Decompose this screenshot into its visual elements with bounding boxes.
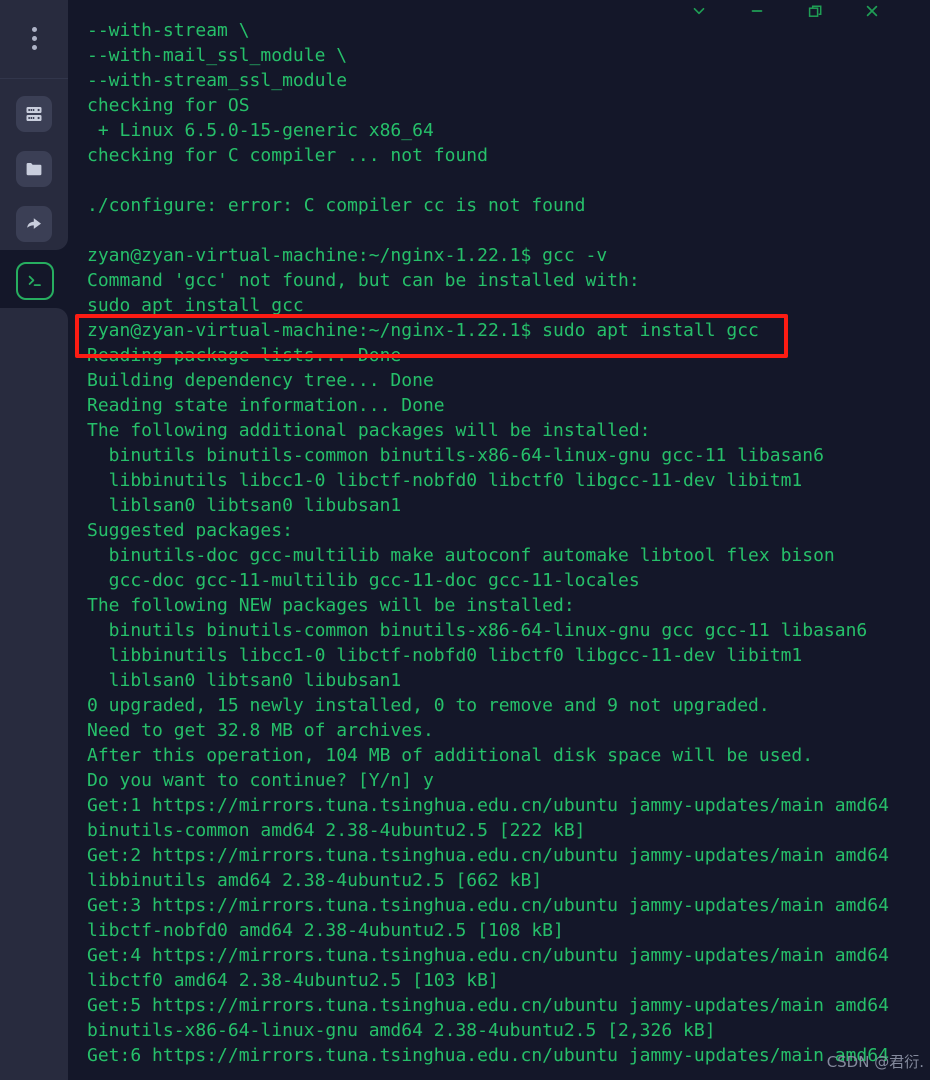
- terminal-line: 0 upgraded, 15 newly installed, 0 to rem…: [87, 695, 770, 716]
- terminal-line: The following NEW packages will be insta…: [87, 595, 575, 616]
- terminal-line: Reading state information... Done: [87, 395, 445, 416]
- terminal-line: gcc-doc gcc-11-multilib gcc-11-doc gcc-1…: [87, 570, 640, 591]
- terminal-line: Get:5 https://mirrors.tuna.tsinghua.edu.…: [87, 995, 889, 1016]
- terminal-output: --with-stream \ --with-mail_ssl_module \ -…: [87, 18, 930, 1068]
- terminal-line: Need to get 32.8 MB of archives.: [87, 720, 434, 741]
- terminal-line: The following additional packages will b…: [87, 420, 651, 441]
- terminal-line: binutils-doc gcc-multilib make autoconf …: [87, 545, 835, 566]
- sidebar-item-files[interactable]: [16, 151, 52, 187]
- terminal-line: checking for C compiler ... not found: [87, 145, 488, 166]
- close-button[interactable]: [859, 0, 885, 22]
- restore-window-icon: [807, 3, 824, 20]
- sidebar-panel-bottom: [0, 308, 68, 1080]
- kebab-menu-icon: [31, 26, 37, 50]
- terminal-line: binutils binutils-common binutils-x86-64…: [87, 620, 868, 641]
- terminal-line: --with-mail_ssl_module \: [87, 45, 348, 66]
- folder-icon: [24, 159, 44, 179]
- close-icon: [864, 3, 880, 19]
- terminal-line: Reading package lists... Done: [87, 345, 402, 366]
- terminal-line: Suggested packages:: [87, 520, 293, 541]
- terminal-line: Get:3 https://mirrors.tuna.tsinghua.edu.…: [87, 895, 889, 916]
- terminal-line: libctf-nobfd0 amd64 2.38-4ubuntu2.5 [108…: [87, 920, 564, 941]
- sidebar-divider: [0, 78, 68, 79]
- terminal-line: --with-stream_ssl_module: [87, 70, 348, 91]
- terminal-line: binutils binutils-common binutils-x86-64…: [87, 445, 824, 466]
- collapse-button[interactable]: [686, 0, 712, 22]
- sidebar: [0, 0, 68, 1080]
- terminal-line: + Linux 6.5.0-15-generic x86_64: [87, 120, 434, 141]
- forward-arrow-icon: [24, 214, 44, 234]
- terminal-line: Get:6 https://mirrors.tuna.tsinghua.edu.…: [87, 1045, 889, 1066]
- terminal-line: sudo apt install gcc: [87, 295, 304, 316]
- minimize-icon: [749, 3, 765, 19]
- terminal-line: Get:2 https://mirrors.tuna.tsinghua.edu.…: [87, 845, 889, 866]
- sidebar-item-servers[interactable]: [16, 96, 52, 132]
- terminal-line: Get:4 https://mirrors.tuna.tsinghua.edu.…: [87, 945, 889, 966]
- sidebar-item-transfer[interactable]: [16, 206, 52, 242]
- watermark: CSDN @君衍.: [826, 1053, 924, 1071]
- terminal-line: zyan@zyan-virtual-machine:~/nginx-1.22.1…: [87, 245, 608, 266]
- terminal-pane[interactable]: --with-stream \ --with-mail_ssl_module \ -…: [68, 0, 930, 1080]
- maximize-button[interactable]: [802, 0, 828, 22]
- terminal-icon: [24, 270, 46, 292]
- terminal-line: Do you want to continue? [Y/n] y: [87, 770, 434, 791]
- server-rack-icon: [24, 104, 44, 124]
- terminal-line: Get:1 https://mirrors.tuna.tsinghua.edu.…: [87, 795, 889, 816]
- chevron-down-icon: [691, 3, 707, 19]
- terminal-line: libbinutils libcc1-0 libctf-nobfd0 libct…: [87, 470, 803, 491]
- terminal-app-window: --with-stream \ --with-mail_ssl_module \ -…: [0, 0, 930, 1080]
- terminal-line: libbinutils libcc1-0 libctf-nobfd0 libct…: [87, 645, 803, 666]
- terminal-line: binutils-x86-64-linux-gnu amd64 2.38-4ub…: [87, 1020, 716, 1041]
- terminal-line: ./configure: error: C compiler cc is not…: [87, 195, 586, 216]
- sidebar-item-more-menu[interactable]: [16, 20, 52, 56]
- terminal-line: Building dependency tree... Done: [87, 370, 434, 391]
- sidebar-item-terminal[interactable]: [16, 262, 54, 300]
- terminal-line: libctf0 amd64 2.38-4ubuntu2.5 [103 kB]: [87, 970, 499, 991]
- terminal-line: Command 'gcc' not found, but can be inst…: [87, 270, 640, 291]
- terminal-line: libbinutils amd64 2.38-4ubuntu2.5 [662 k…: [87, 870, 543, 891]
- terminal-line: checking for OS: [87, 95, 250, 116]
- terminal-line: liblsan0 libtsan0 libubsan1: [87, 495, 402, 516]
- minimize-button[interactable]: [744, 0, 770, 22]
- terminal-line: zyan@zyan-virtual-machine:~/nginx-1.22.1…: [87, 320, 759, 341]
- terminal-line: After this operation, 104 MB of addition…: [87, 745, 814, 766]
- terminal-line: binutils-common amd64 2.38-4ubuntu2.5 [2…: [87, 820, 586, 841]
- terminal-line: liblsan0 libtsan0 libubsan1: [87, 670, 402, 691]
